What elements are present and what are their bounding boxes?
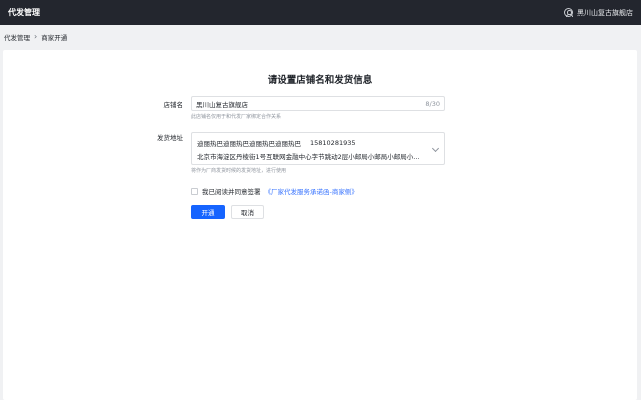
address-text: 北京市海淀区丹棱街1号互联网金融中心字节跳动2层小邮局小邮局小邮局小...: [197, 153, 420, 161]
ship-address-hint: 将作为厂商发货时候的发货地址，进行使用: [191, 168, 287, 174]
agreement-checkbox[interactable]: [191, 187, 198, 195]
submit-button[interactable]: 开通: [191, 205, 225, 219]
breadcrumb: 代发管理 › 商家开通: [0, 25, 641, 49]
ship-address-select[interactable]: 迪丽热巴迪丽热巴迪丽热巴迪丽热巴 15810281935 北京市海淀区丹棱街1号…: [191, 132, 445, 165]
contact-phone: 15810281935: [310, 138, 356, 147]
agreement-link[interactable]: 《厂家代发服务承诺函-商家侧》: [265, 186, 358, 196]
user-name: 黑川山复古旗舰店: [577, 8, 633, 17]
agreement-row: 我已阅读并同意签署 《厂家代发服务承诺函-商家侧》: [191, 186, 358, 196]
user-menu[interactable]: 黑川山复古旗舰店: [564, 8, 633, 18]
store-name-value: 黑川山复古旗舰店: [196, 100, 248, 109]
breadcrumb-item-fafa[interactable]: 代发管理: [4, 32, 30, 42]
store-name-input[interactable]: 黑川山复古旗舰店 8/30: [191, 96, 445, 111]
store-name-label: 店铺名: [163, 101, 184, 109]
char-counter: 8/30: [425, 99, 440, 108]
store-name-hint: 此店铺名仅用于和代发厂家绑定合作关系: [191, 114, 282, 120]
ship-address-label: 发货地址: [157, 134, 183, 142]
breadcrumb-item-current: 商家开通: [41, 34, 68, 42]
app-title: 代发管理: [8, 8, 40, 17]
user-avatar-icon: [564, 8, 573, 18]
form-card: 请设置店铺名和发货信息 店铺名 黑川山复古旗舰店 8/30 此店铺名仅用于和代发…: [3, 50, 637, 400]
agreement-text: 我已阅读并同意签署: [202, 188, 261, 196]
page-title: 请设置店铺名和发货信息: [267, 75, 373, 86]
cancel-button[interactable]: 取消: [231, 205, 264, 219]
top-navigation-bar: 代发管理 黑川山复古旗舰店: [0, 0, 641, 25]
contact-name: 迪丽热巴迪丽热巴迪丽热巴迪丽热巴: [197, 139, 301, 148]
chevron-right-icon: ›: [34, 32, 38, 41]
